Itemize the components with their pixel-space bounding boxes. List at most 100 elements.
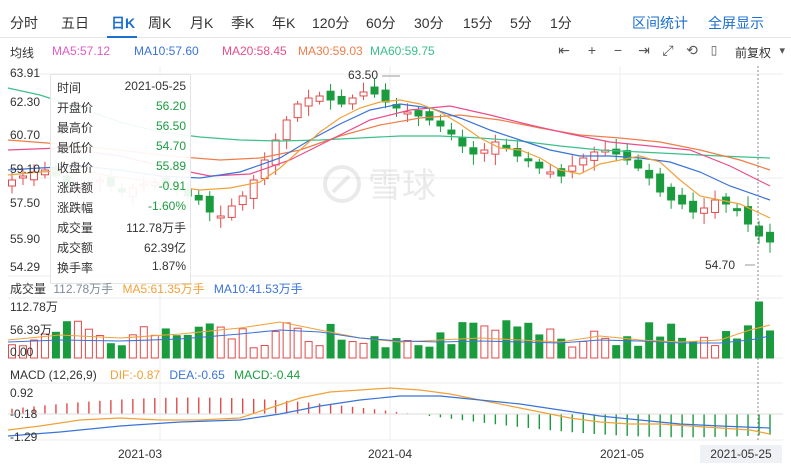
cursor-date-label: 2021-05-25 xyxy=(700,445,782,463)
info-row-volume: 成交量 112.78万手 xyxy=(57,221,186,235)
volume-bar xyxy=(304,341,313,359)
macd-histogram xyxy=(11,397,771,438)
candle-body xyxy=(293,103,302,119)
price-axis-tick: 57.50 xyxy=(10,196,41,210)
volume-bar xyxy=(579,340,588,359)
candle-body xyxy=(546,171,555,175)
volume-axis-tick: 0.00 xyxy=(10,345,34,359)
high-price-label: 63.50 xyxy=(348,68,379,82)
price-axis-tick: 59.10 xyxy=(10,162,41,176)
info-row-turnover: 成交额 62.39亿 xyxy=(57,241,186,255)
candle-body xyxy=(282,119,291,141)
volume-bar xyxy=(271,331,280,359)
date-axis-tick: 2021-04 xyxy=(368,447,413,461)
info-row-open: 开盘价 56.20 xyxy=(57,99,186,115)
candle-body xyxy=(370,86,379,95)
volume-bar xyxy=(84,328,93,359)
volume-bar xyxy=(634,345,643,359)
volume-bar xyxy=(139,326,148,359)
candle-body xyxy=(205,195,214,213)
volume-bar xyxy=(414,345,423,359)
info-row-change: 涨跌额 -0.91 xyxy=(57,179,186,195)
volume-bar xyxy=(95,335,104,359)
candle-body xyxy=(579,157,588,166)
volume-bar xyxy=(293,327,302,359)
macd-dea-value: DEA:-0.65 xyxy=(169,368,225,382)
volume-bar xyxy=(458,322,467,359)
price-axis-tick: 63.91 xyxy=(10,66,41,80)
candle-body xyxy=(667,186,676,201)
volume-ma10-value: MA10:41.53万手 xyxy=(213,282,303,296)
candle-body xyxy=(502,144,511,149)
candle-body xyxy=(469,147,478,155)
volume-bar xyxy=(205,323,214,359)
volume-bar xyxy=(359,342,368,359)
macd-value: MACD:-0.44 xyxy=(234,368,301,382)
volume-bar xyxy=(381,347,390,359)
candle-body xyxy=(700,207,709,214)
volume-bar xyxy=(436,332,445,359)
date-axis-tick: 2021-03 xyxy=(118,447,163,461)
candle-body xyxy=(524,158,533,162)
price-axis-tick: 55.90 xyxy=(10,232,41,246)
candle-body xyxy=(425,111,434,121)
volume-bar xyxy=(326,323,335,359)
candle-body xyxy=(766,231,774,243)
price-axis-tick: 54.29 xyxy=(10,260,41,274)
info-row-close: 收盘价 55.89 xyxy=(57,159,186,175)
volume-bar xyxy=(117,345,126,359)
volume-bar xyxy=(480,325,489,359)
price-axis-tick: 62.30 xyxy=(10,95,41,109)
volume-legend-label: 成交量 xyxy=(10,282,47,296)
candle-body xyxy=(480,149,489,154)
volume-ma5-line xyxy=(7,321,771,343)
volume-bar xyxy=(656,336,665,359)
price-axis-tick: 60.70 xyxy=(10,128,41,142)
macd-axis-tick: -0.18 xyxy=(10,407,38,421)
volume-bars xyxy=(8,301,774,359)
svg-text:雪球: 雪球 xyxy=(368,166,436,206)
volume-bar xyxy=(227,338,236,359)
candle-body xyxy=(326,90,335,101)
candle-body xyxy=(535,161,544,169)
info-row-turnover-rate: 换手率 1.87% xyxy=(57,259,186,275)
candle-body xyxy=(678,194,687,205)
low-price-label: 54.70 xyxy=(705,258,736,272)
volume-axis-tick: 112.78万 xyxy=(10,300,58,314)
candle-body xyxy=(436,120,445,127)
info-row-date: 时间 2021-05-25 xyxy=(57,79,186,95)
candle-body xyxy=(238,195,247,206)
volume-bar xyxy=(216,326,225,359)
info-row-high: 最高价 56.50 xyxy=(57,119,186,135)
volume-bar xyxy=(546,328,555,359)
candle-body xyxy=(8,179,16,187)
volume-bar xyxy=(128,334,137,359)
volume-bar xyxy=(755,301,764,359)
candle-body xyxy=(304,97,313,107)
stock-chart-widget: 分时 五日 日K 周K 月K 季K 年K 120分 60分 30分 15分 5分… xyxy=(0,0,791,476)
volume-axis-tick: 56.39万 xyxy=(10,323,53,337)
volume-bar xyxy=(403,339,412,359)
volume-bar xyxy=(491,329,500,359)
volume-bar xyxy=(601,337,610,359)
macd-axis-tick: 0.92 xyxy=(10,386,34,400)
candle-body xyxy=(711,199,720,213)
candle-body xyxy=(271,139,280,166)
volume-bar xyxy=(722,331,731,359)
candle-body xyxy=(458,137,467,147)
candle-body xyxy=(337,95,346,105)
candle-body xyxy=(359,91,368,97)
macd-axis-tick: -1.29 xyxy=(10,430,38,444)
volume-bar xyxy=(689,341,698,359)
candle-body xyxy=(733,208,742,212)
candle-body xyxy=(634,159,643,169)
candle-body xyxy=(348,97,357,105)
volume-value: 112.78万手 xyxy=(53,282,114,296)
volume-bar xyxy=(535,334,544,359)
volume-legend: 成交量 112.78万手 MA5:61.35万手 MA10:41.53万手 xyxy=(10,280,303,297)
candle-body xyxy=(689,200,698,213)
candle-body xyxy=(612,148,621,155)
volume-bar xyxy=(568,346,577,359)
candle-body xyxy=(216,215,225,219)
candle-body xyxy=(656,173,665,193)
